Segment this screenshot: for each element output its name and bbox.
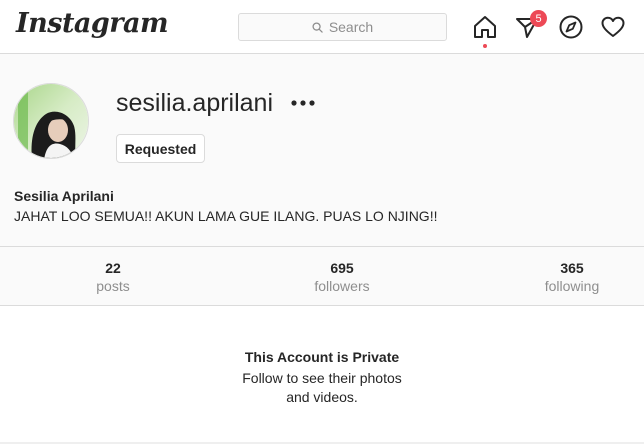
notification-badge: 5 (530, 10, 547, 27)
stat-followers-label: followers (314, 278, 370, 294)
top-navigation-bar: Instagram Search 5 (0, 0, 644, 54)
search-input[interactable]: Search (238, 13, 447, 41)
search-placeholder: Search (328, 19, 374, 35)
home-active-indicator (483, 44, 487, 48)
stat-followers[interactable]: 695 followers (282, 259, 402, 295)
instagram-logo[interactable]: Instagram (16, 8, 169, 39)
avatar-photo (14, 84, 88, 158)
stat-posts-count: 22 (105, 260, 121, 276)
profile-full-name: Sesilia Aprilani (14, 188, 114, 204)
explore-compass-icon[interactable] (558, 14, 584, 40)
private-account-notice: This Account is Private Follow to see th… (0, 306, 644, 444)
stat-following[interactable]: 365 following (512, 259, 632, 295)
profile-bio: JAHAT LOO SEMUA!! AKUN LAMA GUE ILANG. P… (14, 208, 438, 224)
activity-heart-icon[interactable] (600, 14, 626, 40)
search-icon (312, 21, 323, 33)
profile-username: sesilia.aprilani (116, 89, 274, 117)
profile-avatar[interactable] (13, 83, 89, 159)
stat-following-count: 365 (560, 260, 584, 276)
stat-followers-count: 695 (330, 260, 354, 276)
profile-stats-bar: 22 posts 695 followers 365 following (0, 246, 644, 306)
stat-following-label: following (544, 278, 600, 294)
home-icon[interactable] (472, 14, 498, 40)
private-notice-subtitle: Follow to see their photos and videos. (242, 370, 402, 405)
stat-posts: 22 posts (53, 259, 173, 295)
more-options-icon[interactable] (290, 98, 316, 108)
private-notice-title: This Account is Private (244, 349, 400, 365)
requested-button[interactable]: Requested (116, 134, 205, 163)
stat-posts-label: posts (96, 278, 130, 294)
